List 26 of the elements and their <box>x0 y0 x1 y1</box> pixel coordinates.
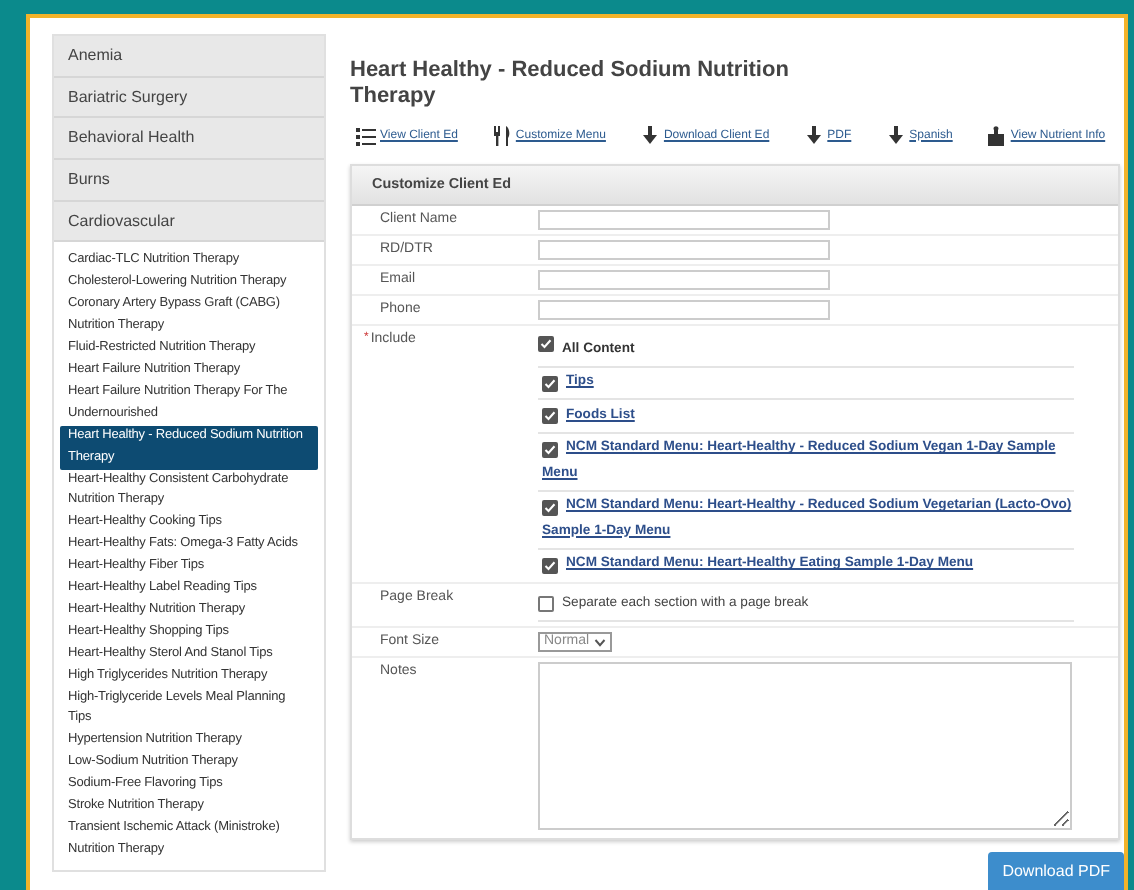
download-pdf-button[interactable]: Download PDF <box>988 852 1124 890</box>
page-title: Heart Healthy - Reduced Sodium Nutrition Therapy <box>350 58 791 110</box>
text-input[interactable] <box>538 210 830 230</box>
checkbox[interactable] <box>542 557 558 573</box>
list-icon <box>356 126 376 146</box>
text-input[interactable] <box>538 240 830 260</box>
download-icon <box>639 126 660 146</box>
checkbox[interactable] <box>542 499 558 515</box>
chevron-down-icon <box>594 637 606 648</box>
category-header[interactable]: Anemia <box>54 36 324 78</box>
category-header[interactable]: Behavioral Health <box>54 118 324 161</box>
checkbox[interactable] <box>542 375 558 391</box>
utensils-icon <box>491 126 512 146</box>
category-header[interactable]: Burns <box>54 160 324 202</box>
checkbox[interactable] <box>542 408 558 424</box>
category-header[interactable]: Cardiovascular <box>54 201 324 243</box>
text-input[interactable] <box>538 270 830 290</box>
checkbox[interactable] <box>538 596 554 613</box>
puzzle-icon <box>986 126 1007 146</box>
notes-field[interactable] <box>538 662 1072 831</box>
checkbox[interactable] <box>542 441 558 457</box>
download-icon <box>803 126 824 146</box>
category-header[interactable]: Bariatric Surgery <box>54 77 324 119</box>
text-input[interactable] <box>538 300 830 320</box>
checkbox[interactable] <box>538 336 554 352</box>
download-icon <box>885 126 906 146</box>
